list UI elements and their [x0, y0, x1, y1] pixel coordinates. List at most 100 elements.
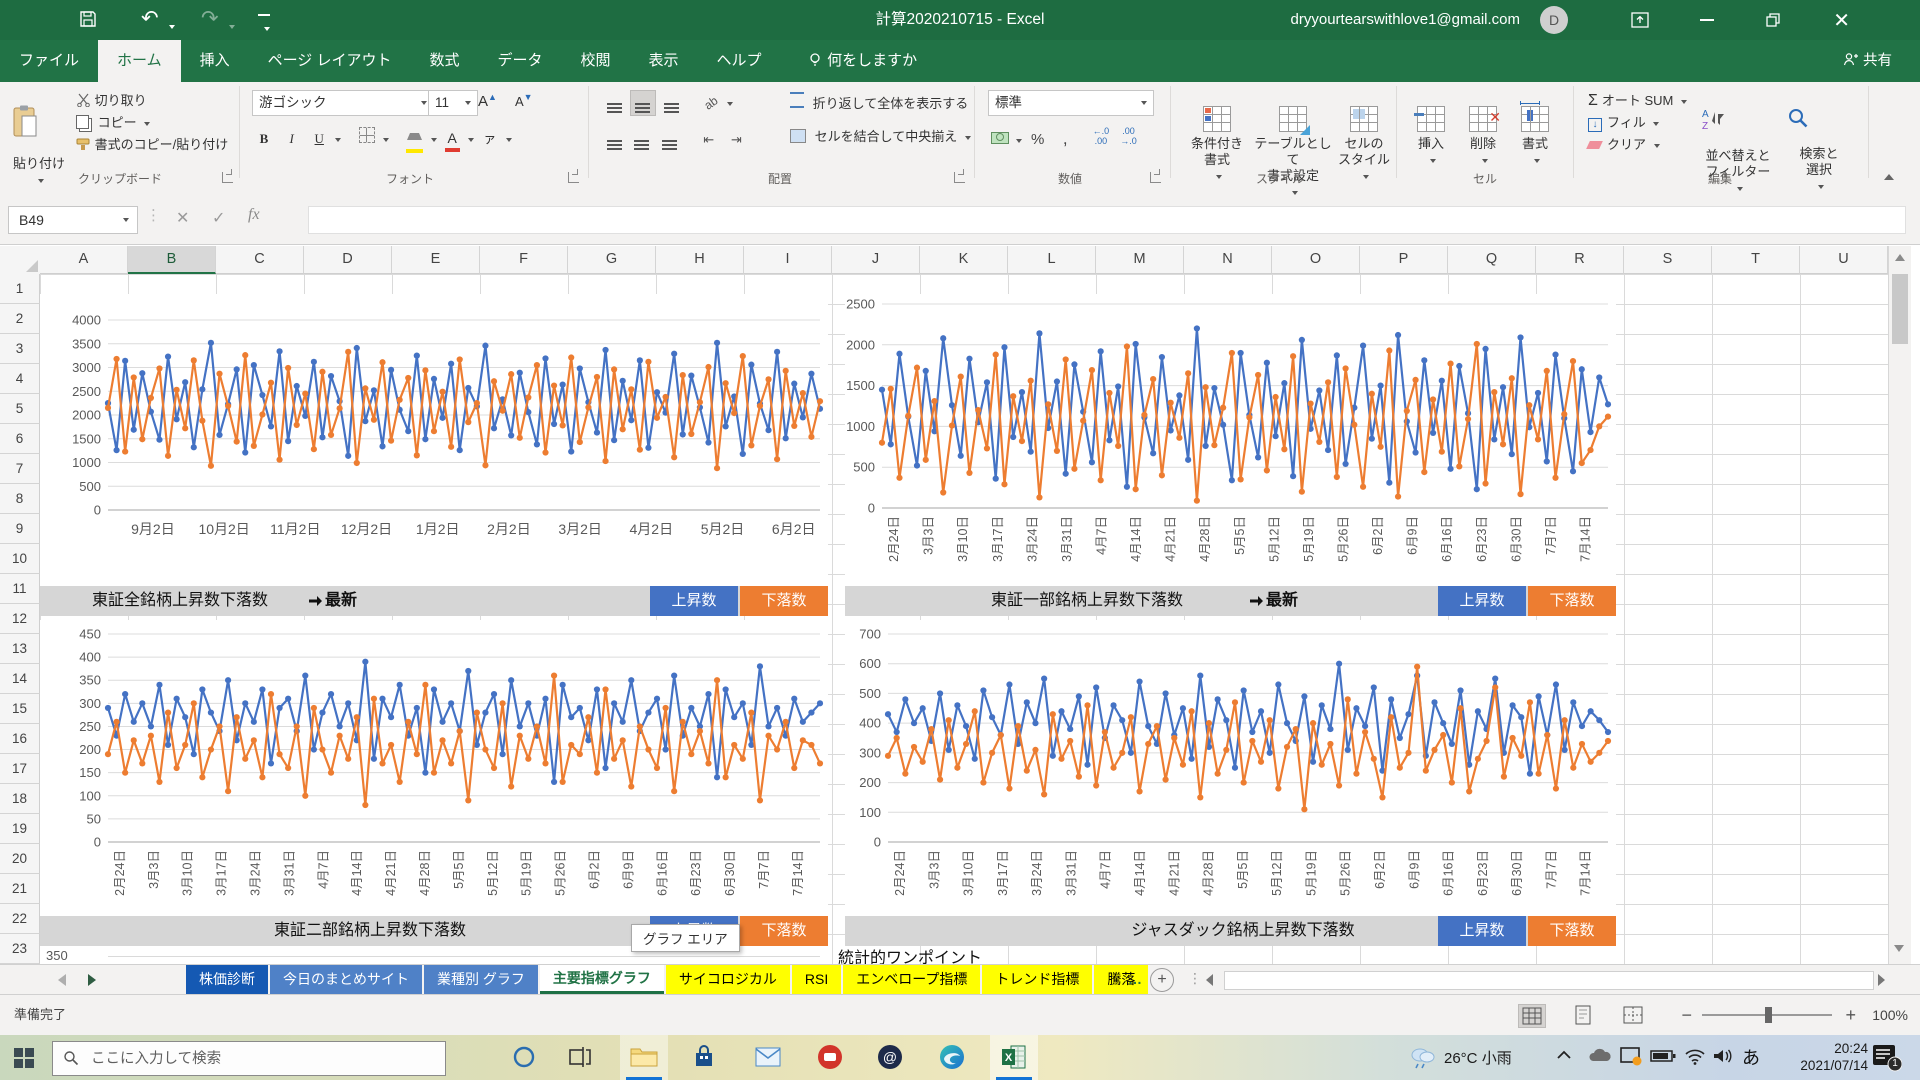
row-header-14[interactable]: 14: [0, 664, 40, 694]
taskbar-search-box[interactable]: ここに入力して検索: [52, 1041, 446, 1076]
font-color-menu-icon[interactable]: [468, 138, 474, 142]
badge-decliners[interactable]: 下落数: [740, 586, 828, 616]
format-painter-button[interactable]: 書式のコピー/貼り付け: [76, 134, 228, 156]
decrease-indent-icon[interactable]: ⇤: [697, 128, 721, 152]
insert-cells-button[interactable]: 挿入: [1408, 90, 1454, 168]
column-header-R[interactable]: R: [1536, 246, 1624, 274]
wrap-text-button[interactable]: 折り返して全体を表示する: [790, 92, 968, 114]
increase-decimal-icon[interactable]: ←.0 .00: [1089, 126, 1113, 150]
column-header-E[interactable]: E: [392, 246, 480, 274]
alignment-dialog-launcher-icon[interactable]: [954, 172, 965, 183]
account-email[interactable]: dryyourtearswithlove1@gmail.com: [1291, 0, 1520, 40]
align-bottom-icon[interactable]: [659, 91, 683, 115]
chart-tosho-second-section[interactable]: 0501001502002503003504004502月24日3月3日3月10…: [40, 620, 828, 916]
row-header-9[interactable]: 9: [0, 514, 40, 544]
new-sheet-button[interactable]: +: [1150, 968, 1174, 992]
column-header-D[interactable]: D: [304, 246, 392, 274]
badge-advancers[interactable]: 上昇数: [1438, 916, 1526, 946]
ribbon-tab-表示[interactable]: 表示: [630, 40, 698, 82]
insert-function-icon[interactable]: fx: [248, 206, 260, 224]
borders-menu-icon[interactable]: [383, 138, 389, 142]
onedrive-cloud-icon[interactable]: [1588, 1047, 1614, 1073]
align-left-icon[interactable]: [602, 128, 626, 152]
column-header-C[interactable]: C: [216, 246, 304, 274]
row-header-12[interactable]: 12: [0, 604, 40, 634]
column-header-K[interactable]: K: [920, 246, 1008, 274]
collapse-ribbon-icon[interactable]: [1884, 174, 1894, 180]
zoom-level[interactable]: 100%: [1872, 995, 1908, 1035]
decrease-font-icon[interactable]: A▼: [515, 92, 533, 109]
row-header-6[interactable]: 6: [0, 424, 40, 454]
hscroll-right-icon[interactable]: [1878, 974, 1885, 986]
row-header-16[interactable]: 16: [0, 724, 40, 754]
chevron-up-icon[interactable]: [1556, 1049, 1582, 1075]
column-header-F[interactable]: F: [480, 246, 568, 274]
ribbon-tab-挿入[interactable]: 挿入: [181, 40, 249, 82]
minimize-button[interactable]: [1700, 19, 1714, 21]
speaker-icon[interactable]: [1712, 1047, 1738, 1073]
column-header-A[interactable]: A: [40, 246, 128, 274]
task-view-button[interactable]: [556, 1035, 604, 1080]
orientation-menu-icon[interactable]: [727, 102, 733, 106]
row-header-22[interactable]: 22: [0, 904, 40, 934]
red-app-button[interactable]: [806, 1035, 854, 1080]
row-header-10[interactable]: 10: [0, 544, 40, 574]
display-alert-icon[interactable]: [1620, 1047, 1646, 1073]
accounting-format-icon[interactable]: [988, 128, 1012, 152]
horizontal-scrollbar[interactable]: [1224, 971, 1874, 990]
row-header-8[interactable]: 8: [0, 484, 40, 514]
font-color-button[interactable]: A: [440, 126, 464, 150]
column-header-B[interactable]: B: [128, 246, 216, 274]
clipboard-dialog-launcher-icon[interactable]: [222, 172, 233, 183]
row-header-18[interactable]: 18: [0, 784, 40, 814]
column-header-P[interactable]: P: [1360, 246, 1448, 274]
row-header-13[interactable]: 13: [0, 634, 40, 664]
delete-cells-button[interactable]: ✕ 削除: [1460, 90, 1506, 168]
sheet-tab-今日のまとめサイト[interactable]: 今日のまとめサイト: [270, 965, 422, 994]
column-header-L[interactable]: L: [1008, 246, 1096, 274]
underline-button[interactable]: U: [307, 127, 331, 151]
formula-input[interactable]: [308, 206, 1906, 234]
name-box[interactable]: B49: [8, 206, 138, 234]
clear-button[interactable]: クリア: [1588, 134, 1687, 156]
phonetic-button[interactable]: ァ: [478, 127, 502, 151]
row-header-23[interactable]: 23: [0, 934, 40, 964]
format-cells-button[interactable]: 書式: [1512, 90, 1558, 168]
comma-style-icon[interactable]: ,: [1053, 127, 1077, 151]
zoom-slider-thumb[interactable]: [1765, 1007, 1772, 1023]
column-header-Q[interactable]: Q: [1448, 246, 1536, 274]
bold-button[interactable]: B: [252, 127, 276, 151]
increase-indent-icon[interactable]: ⇥: [725, 128, 749, 152]
view-page-layout-icon[interactable]: [1564, 1004, 1602, 1029]
font-size-select[interactable]: 11: [428, 90, 478, 116]
weather-icon[interactable]: [1408, 1043, 1434, 1069]
sheet-tab-トレンド指標[interactable]: トレンド指標: [982, 965, 1092, 994]
ribbon-tab-校閲[interactable]: 校閲: [562, 40, 630, 82]
cell-styles-button[interactable]: セルの スタイル: [1336, 90, 1392, 184]
cancel-icon[interactable]: ✕: [176, 208, 189, 228]
decrease-decimal-icon[interactable]: .00 →.0: [1117, 126, 1141, 150]
enter-icon[interactable]: ✓: [212, 208, 225, 228]
tabs-overflow-ellipsis[interactable]: …: [1128, 965, 1142, 994]
sheet-nav-left-icon[interactable]: [58, 974, 66, 986]
sheet-tab-RSI[interactable]: RSI: [792, 965, 841, 994]
number-format-select[interactable]: 標準: [988, 90, 1154, 116]
sheet-tab-主要指標グラフ[interactable]: 主要指標グラフ: [540, 965, 664, 994]
row-header-3[interactable]: 3: [0, 334, 40, 364]
ribbon-tab-ホーム[interactable]: ホーム: [98, 40, 181, 82]
column-header-M[interactable]: M: [1096, 246, 1184, 274]
row-header-7[interactable]: 7: [0, 454, 40, 484]
italic-button[interactable]: I: [280, 127, 304, 151]
align-middle-icon[interactable]: [630, 90, 656, 116]
avatar[interactable]: D: [1540, 6, 1568, 34]
taskbar-clock[interactable]: 20:24 2021/07/14: [1758, 1040, 1868, 1074]
underline-menu-icon[interactable]: [335, 138, 341, 142]
column-header-H[interactable]: H: [656, 246, 744, 274]
view-normal-icon[interactable]: [1512, 1004, 1552, 1031]
align-center-icon[interactable]: [630, 128, 654, 152]
view-page-break-icon[interactable]: [1614, 1004, 1652, 1029]
restore-button[interactable]: [1764, 11, 1782, 29]
edge-button[interactable]: [928, 1035, 976, 1080]
ribbon-display-options-icon[interactable]: [1630, 10, 1650, 30]
row-header-2[interactable]: 2: [0, 304, 40, 334]
